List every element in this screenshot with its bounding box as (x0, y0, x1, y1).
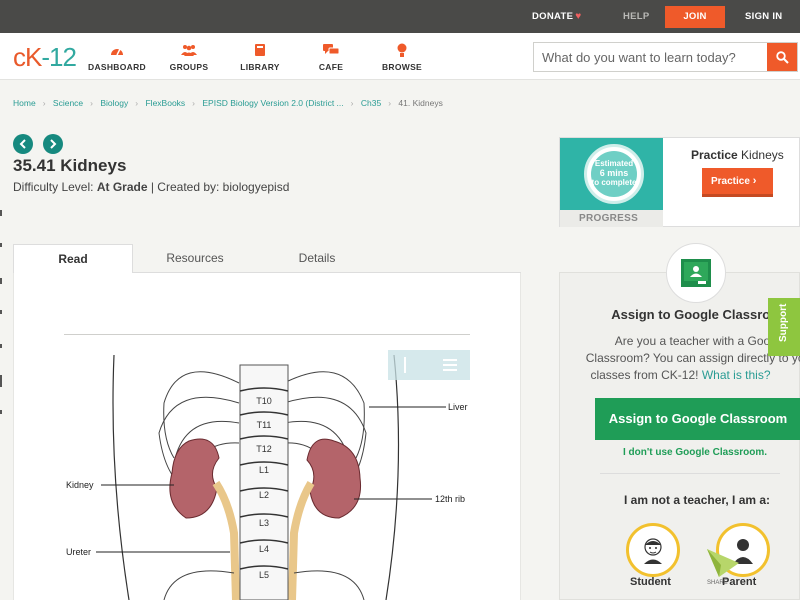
progress-graphic: Estimated 6 mins to complete (560, 138, 663, 210)
dashboard-icon (82, 42, 152, 58)
student-label: Student (630, 576, 671, 588)
nav-browse[interactable]: BROWSE (367, 42, 437, 72)
search-input[interactable] (534, 43, 768, 71)
page-title: 35.41 Kidneys (13, 156, 127, 175)
chevron-right-icon (50, 139, 57, 149)
assign-classroom-button[interactable]: Assign to Google Classroom (595, 398, 800, 440)
breadcrumb-chapter[interactable]: Ch35 (361, 98, 381, 108)
breadcrumb-science[interactable]: Science (53, 98, 83, 108)
no-classroom-link[interactable]: I don't use Google Classroom. (623, 447, 767, 458)
breadcrumb: Home › Science › Biology › FlexBooks › EPISD… (13, 98, 445, 108)
practice-button[interactable]: Practice › (702, 168, 773, 197)
rib-label: 12th rib (435, 494, 465, 504)
vertebra-label: L2 (259, 490, 269, 500)
browse-icon (367, 42, 437, 58)
breadcrumb-separator: › (350, 98, 354, 108)
help-link[interactable]: HELP (623, 0, 650, 33)
heart-icon: ♥ (575, 11, 582, 22)
tab-read[interactable]: Read (13, 244, 133, 274)
search-button[interactable] (767, 43, 797, 71)
edge-mark (0, 243, 2, 247)
donate-link[interactable]: DONATE ♥ (532, 0, 581, 33)
progress-label: PROGRESS (560, 210, 663, 227)
chevron-left-icon (19, 139, 26, 149)
practice-card: Estimated 6 mins to complete PROGRESS Pr… (559, 137, 800, 227)
top-bar: DONATE ♥ HELP JOIN SIGN IN (0, 0, 800, 33)
support-tab[interactable]: Support (768, 298, 800, 356)
ck12-logo[interactable]: cK-12 (13, 42, 77, 73)
edge-mark (0, 278, 2, 284)
nav-dashboard[interactable]: DASHBOARD (82, 42, 152, 72)
vertebra-label: L4 (259, 544, 269, 554)
student-icon (644, 538, 662, 564)
next-button[interactable] (43, 134, 63, 154)
sign-in-link[interactable]: SIGN IN (745, 0, 782, 33)
what-is-this-link[interactable]: What is this? (702, 368, 771, 382)
content-tabs: Read Resources Details (13, 244, 521, 274)
kidney-anatomy-figure: T10 T11 T12 L1 L2 L3 L4 L5 Liver Kidney … (66, 354, 468, 600)
breadcrumb-separator: › (388, 98, 392, 108)
vertebra-label: L1 (259, 465, 269, 475)
breadcrumb-biology[interactable]: Biology (100, 98, 128, 108)
tab-details[interactable]: Details (257, 244, 377, 273)
not-teacher-label: I am not a teacher, I am a: (624, 493, 771, 507)
liver-label: Liver (448, 402, 468, 412)
share-label: SHARE (707, 580, 728, 586)
join-button[interactable]: JOIN (665, 6, 725, 28)
library-icon (225, 42, 295, 58)
edge-mark (0, 375, 2, 387)
practice-title: Practice Kidneys (691, 148, 784, 162)
edge-mark (0, 410, 2, 414)
search-icon (775, 50, 789, 64)
list-icon[interactable] (443, 359, 457, 371)
previous-button[interactable] (13, 134, 33, 154)
share-icon[interactable] (705, 545, 741, 581)
progress-ring: Estimated 6 mins to complete (584, 144, 644, 204)
expand-icon[interactable] (404, 357, 406, 373)
classroom-description: Are you a teacher with a Google Classroo… (585, 334, 800, 382)
vertebra-label: T12 (256, 444, 272, 454)
divider (600, 473, 780, 474)
google-classroom-panel: Assign to Google Classroom Are you a tea… (559, 243, 800, 600)
breadcrumb-book[interactable]: EPISD Biology Version 2.0 (District ... (202, 98, 343, 108)
vertebra-label: L3 (259, 518, 269, 528)
edge-mark (0, 310, 2, 314)
difficulty-value: At Grade (96, 180, 148, 194)
main-header: cK-12 DASHBOARD GROUPS LIBRARY CAFE BROW… (0, 33, 800, 80)
breadcrumb-current: 41. Kidneys (398, 98, 443, 108)
image-toolbar (388, 350, 470, 380)
nav-library[interactable]: LIBRARY (225, 42, 295, 72)
kidney-label: Kidney (66, 480, 94, 490)
classroom-title: Assign to Google Classroom (611, 307, 790, 322)
tab-resources[interactable]: Resources (135, 244, 255, 273)
groups-icon (154, 42, 224, 58)
breadcrumb-separator: › (42, 98, 46, 108)
edge-mark (0, 344, 2, 348)
article-content: T10 T11 T12 L1 L2 L3 L4 L5 Liver Kidney … (13, 273, 521, 600)
google-classroom-icon (666, 243, 726, 303)
student-role-button[interactable] (626, 523, 680, 577)
created-by: | Created by: biologyepisd (150, 180, 290, 194)
chevron-right-icon: › (752, 175, 757, 187)
edge-mark (0, 210, 2, 216)
ureter-label: Ureter (66, 547, 91, 557)
cafe-icon (296, 42, 366, 58)
breadcrumb-separator: › (192, 98, 196, 108)
nav-groups[interactable]: GROUPS (154, 42, 224, 72)
vertebra-label: T11 (257, 420, 272, 430)
breadcrumb-separator: › (135, 98, 139, 108)
vertebra-label: T10 (256, 396, 272, 406)
search-box (533, 42, 798, 72)
nav-cafe[interactable]: CAFE (296, 42, 366, 72)
article-meta: Difficulty Level: At Grade | Created by:… (13, 180, 290, 194)
breadcrumb-separator: › (90, 98, 93, 108)
breadcrumb-home[interactable]: Home (13, 98, 36, 108)
breadcrumb-flexbooks[interactable]: FlexBooks (145, 98, 185, 108)
vertebra-label: L5 (259, 570, 269, 580)
